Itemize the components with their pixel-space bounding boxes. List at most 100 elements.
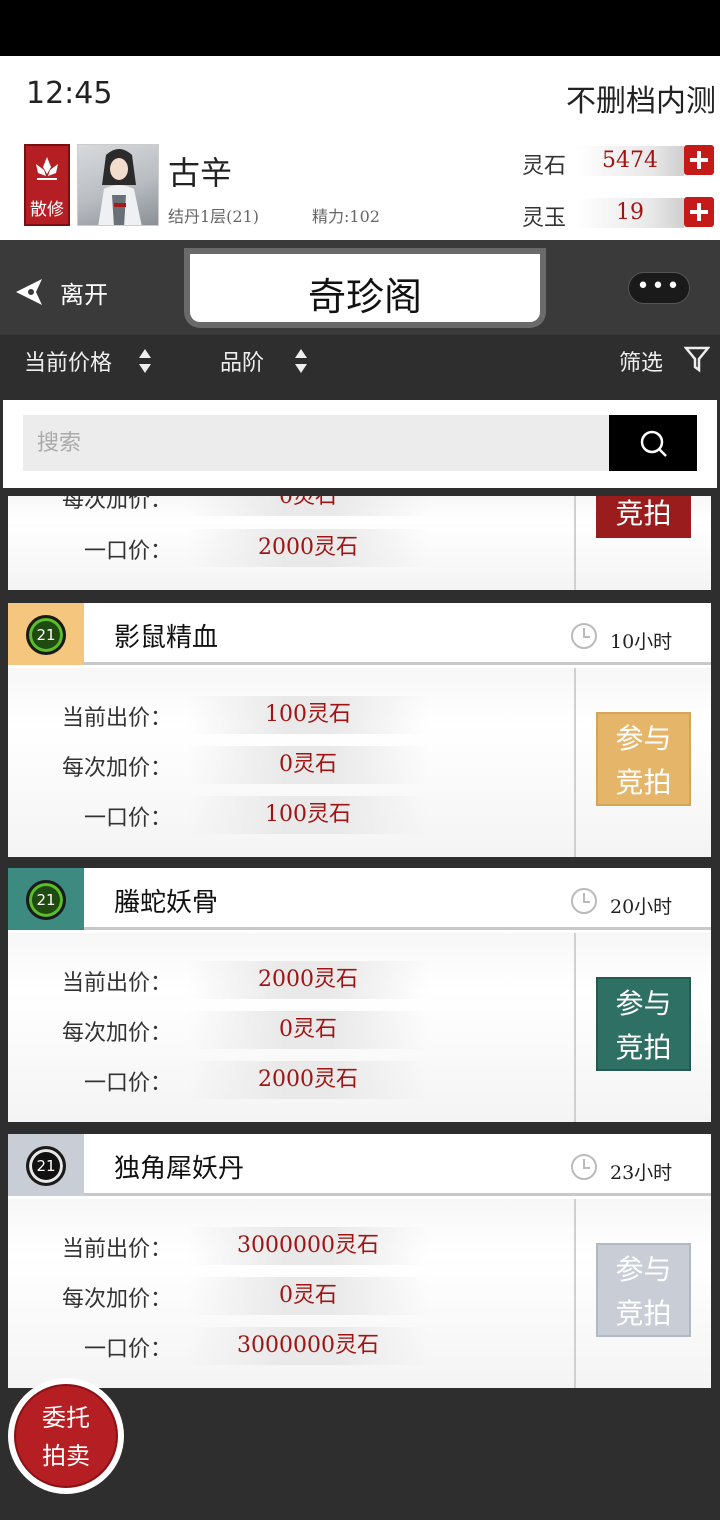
current-bid-row: 当前出价： 100灵石: [8, 696, 568, 734]
join-bid-line2: 竞拍: [615, 1031, 672, 1064]
more-button[interactable]: •••: [628, 272, 690, 304]
item-name: 螣蛇妖骨: [114, 888, 219, 918]
back-arrow-icon: [16, 279, 42, 305]
search-icon: [640, 430, 667, 457]
current-bid-value: 100灵石: [188, 696, 428, 734]
buyout-row: 一口价： 100灵石: [8, 796, 568, 834]
player-level: 结丹1层(21): [168, 207, 260, 226]
buyout-label: 一口价：: [83, 1337, 172, 1362]
quality-tab: 21: [8, 868, 84, 930]
increment-label: 每次加价：: [61, 496, 172, 513]
consign-auction-button[interactable]: 委托 拍卖: [8, 1378, 124, 1494]
buyout-value: 2000灵石: [188, 529, 428, 567]
current-bid-row: 当前出价： 3000000灵石: [8, 1227, 568, 1265]
increment-label: 每次加价：: [61, 1021, 172, 1046]
page-title-plate: 奇珍阁: [190, 254, 540, 322]
card-body: 当前出价： 100灵石 每次加价： 0灵石 一口价： 100灵石 参与 竞拍: [8, 668, 711, 857]
search-input[interactable]: [23, 415, 609, 471]
join-bid-button[interactable]: 参与 竞拍: [596, 977, 691, 1071]
level-badge: 21: [26, 880, 66, 920]
card-header: 21 螣蛇妖骨 20小时: [8, 868, 711, 930]
level-badge: 21: [26, 615, 66, 655]
buyout-row: 一口价： 3000000灵石: [8, 1327, 568, 1365]
sort-by-price[interactable]: 当前价格: [24, 345, 112, 377]
sort-by-grade[interactable]: 品阶: [220, 345, 264, 377]
join-bid-button[interactable]: 参与 竞拍: [596, 1243, 691, 1337]
time-remaining: 23小时: [610, 1162, 673, 1184]
currency-name: 灵石: [522, 154, 567, 179]
card-header: 21 影鼠精血 10小时: [8, 603, 711, 665]
bid-button[interactable]: 竞拍: [596, 496, 691, 538]
current-bid-row: 当前出价： 2000灵石: [8, 961, 568, 999]
player-name: 古辛: [168, 154, 233, 192]
currency-spirit-stone: 灵石 5474: [522, 144, 717, 179]
status-bar: 12:45 不删档内测: [0, 56, 720, 136]
divider: [574, 933, 576, 1122]
currency-value: 5474: [576, 146, 684, 176]
card-body: 当前出价： 3000000灵石 每次加价： 0灵石 一口价： 3000000灵石…: [8, 1199, 711, 1388]
join-bid-button[interactable]: 参与 竞拍: [596, 712, 691, 806]
join-bid-line2: 竞拍: [615, 766, 672, 799]
card-body: 每次加价： 0灵石 一口价： 2000灵石 竞拍: [8, 496, 711, 590]
search-button[interactable]: [609, 415, 697, 471]
auction-card-partial: 每次加价： 0灵石 一口价： 2000灵石 竞拍: [8, 496, 711, 590]
increment-label: 每次加价：: [61, 756, 172, 781]
filter-label[interactable]: 筛选: [619, 345, 663, 377]
currency-name: 灵玉: [522, 206, 567, 231]
auction-card: 21 独角犀妖丹 23小时 当前出价： 3000000灵石 每次加价： 0灵石 …: [8, 1134, 711, 1388]
increment-row: 每次加价： 0灵石: [8, 1277, 568, 1315]
sort-bar: 当前价格 品阶 筛选: [0, 335, 720, 387]
current-bid-label: 当前出价：: [61, 971, 172, 996]
sect-label: 散修: [30, 200, 64, 220]
buyout-value: 100灵石: [188, 796, 428, 834]
player-energy: 精力:102: [312, 207, 380, 226]
title-bar: 离开 奇珍阁 •••: [0, 240, 720, 335]
buyout-row: 一口价： 2000灵石: [8, 1061, 568, 1099]
join-bid-line1: 参与: [615, 1253, 672, 1286]
add-spirit-jade-button[interactable]: [684, 197, 714, 227]
card-header: 21 独角犀妖丹 23小时: [8, 1134, 711, 1196]
time-remaining: 20小时: [610, 896, 673, 918]
auction-list[interactable]: 每次加价： 0灵石 一口价： 2000灵石 竞拍 21 影鼠精血 10小时 当前…: [0, 496, 720, 1520]
quality-tab: 21: [8, 1134, 84, 1196]
filter-icon[interactable]: [684, 345, 710, 373]
buyout-value: 2000灵石: [188, 1061, 428, 1099]
consign-line1: 委托: [42, 1404, 90, 1432]
buyout-value: 3000000灵石: [188, 1327, 428, 1365]
level-badge: 21: [26, 1146, 66, 1186]
lotus-icon: [36, 157, 58, 180]
character-portrait-icon: [98, 149, 142, 225]
clock-time: 12:45: [26, 76, 113, 111]
clock-icon: [571, 888, 597, 914]
current-bid-label: 当前出价：: [61, 706, 172, 731]
join-bid-line2: 竞拍: [615, 1297, 672, 1330]
current-bid-value: 2000灵石: [188, 961, 428, 999]
divider: [574, 496, 576, 590]
add-spirit-stone-button[interactable]: [684, 145, 714, 175]
sect-badge[interactable]: 散修: [24, 144, 70, 226]
clock-icon: [571, 1154, 597, 1180]
increment-value: 0灵石: [188, 746, 428, 784]
buyout-row: 一口价： 2000灵石: [8, 529, 568, 567]
join-bid-line1: 参与: [615, 987, 672, 1020]
divider: [574, 1199, 576, 1388]
avatar[interactable]: [77, 144, 159, 226]
clock-icon: [571, 623, 597, 649]
current-bid-label: 当前出价：: [61, 1237, 172, 1262]
quality-tab: 21: [8, 603, 84, 665]
consign-auction-face: 委托 拍卖: [14, 1384, 118, 1488]
page-title: 奇珍阁: [307, 275, 422, 319]
player-profile: 散修 古辛 结丹1层(21) 精力:102 灵石 5474 灵玉 19: [0, 136, 720, 240]
sort-arrows-icon[interactable]: [138, 347, 152, 375]
increment-value: 0灵石: [188, 1011, 428, 1049]
time-remaining: 10小时: [610, 631, 673, 653]
current-bid-value: 3000000灵石: [188, 1227, 428, 1265]
buyout-label: 一口价：: [83, 1071, 172, 1096]
increment-value: 0灵石: [188, 1277, 428, 1315]
leave-button[interactable]: 离开: [14, 274, 124, 310]
increment-row: 每次加价： 0灵石: [8, 1011, 568, 1049]
auction-card: 21 影鼠精血 10小时 当前出价： 100灵石 每次加价： 0灵石 一口价： …: [8, 603, 711, 857]
sort-arrows-icon[interactable]: [294, 347, 308, 375]
search-panel: [3, 400, 717, 488]
increment-value: 0灵石: [188, 496, 428, 516]
